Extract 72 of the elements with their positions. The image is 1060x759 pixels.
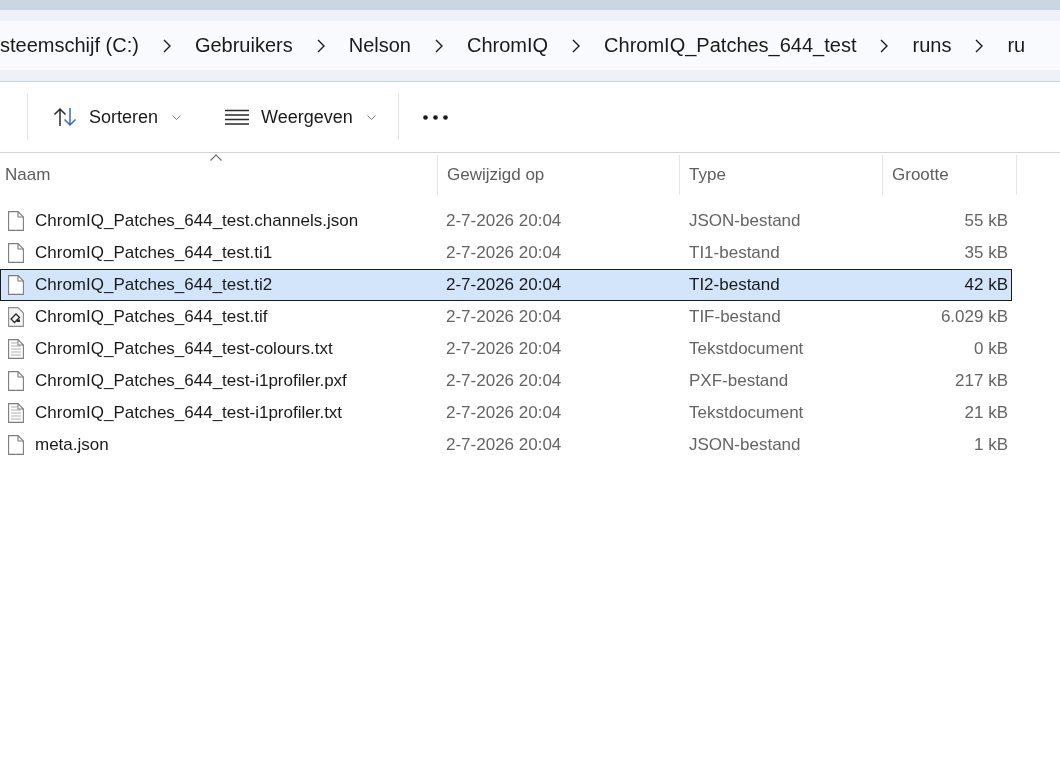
file-name: ChromIQ_Patches_644_test.tif bbox=[35, 307, 268, 327]
breadcrumb-item[interactable]: ru bbox=[1007, 34, 1026, 57]
view-button[interactable]: Weergeven bbox=[213, 94, 388, 140]
modified-date: 2-7-2026 20:04 bbox=[446, 243, 562, 263]
file-icon bbox=[8, 243, 24, 263]
file-name: ChromIQ_Patches_644_test.ti2 bbox=[35, 275, 273, 295]
file-row[interactable]: ChromIQ_Patches_644_test-colours.txt 2-7-2026 20:04 Tekstdocument 0 kB bbox=[0, 333, 1012, 365]
file-row[interactable]: ChromIQ_Patches_644_test.ti2 2-7-2026 20:04 TI2-bestand 42 kB bbox=[0, 269, 1012, 301]
file-name: ChromIQ_Patches_644_test-i1profiler.pxf bbox=[35, 371, 347, 391]
file-name: ChromIQ_Patches_644_test.ti1 bbox=[35, 243, 273, 263]
file-row[interactable]: ChromIQ_Patches_644_test-i1profiler.pxf 2-7-2026 20:04 PXF-bestand 217 kB bbox=[0, 365, 1012, 397]
file-name: ChromIQ_Patches_644_test-i1profiler.txt bbox=[35, 403, 343, 423]
file-size: 55 kB bbox=[964, 211, 1008, 231]
modified-date: 2-7-2026 20:04 bbox=[446, 339, 562, 359]
file-type: JSON-bestand bbox=[689, 211, 801, 231]
breadcrumb-item[interactable]: runs bbox=[912, 34, 952, 57]
modified-date: 2-7-2026 20:04 bbox=[446, 275, 562, 295]
file-icon bbox=[8, 275, 24, 295]
file-size: 42 kB bbox=[964, 275, 1008, 295]
sort-arrows-icon bbox=[53, 107, 77, 127]
file-size: 1 kB bbox=[973, 435, 1008, 455]
file-type: TI2-bestand bbox=[689, 275, 780, 295]
column-header[interactable]: Naam bbox=[0, 155, 437, 195]
file-name: ChromIQ_Patches_644_test-colours.txt bbox=[35, 339, 333, 359]
file-name: meta.json bbox=[35, 435, 109, 455]
file-type: JSON-bestand bbox=[689, 435, 801, 455]
file-icon bbox=[8, 435, 24, 455]
file-icon bbox=[8, 211, 24, 231]
file-size: 217 kB bbox=[955, 371, 1008, 391]
breadcrumb-item[interactable]: steemschijf (C:) bbox=[0, 34, 139, 57]
text-file-icon bbox=[8, 403, 24, 423]
column-header[interactable]: Grootte bbox=[882, 155, 1017, 195]
file-size: 35 kB bbox=[964, 243, 1008, 263]
chevron-right-icon[interactable] bbox=[435, 38, 443, 53]
sort-button[interactable]: Sorteren bbox=[41, 94, 194, 140]
modified-date: 2-7-2026 20:04 bbox=[446, 371, 562, 391]
column-header[interactable]: Gewijzigd op bbox=[437, 155, 679, 195]
modified-date: 2-7-2026 20:04 bbox=[446, 403, 562, 423]
modified-date: 2-7-2026 20:04 bbox=[446, 307, 562, 327]
brush-file-icon bbox=[8, 307, 24, 327]
text-file-icon bbox=[8, 339, 24, 359]
file-type: TI1-bestand bbox=[689, 243, 780, 263]
file-row[interactable]: ChromIQ_Patches_644_test.channels.json 2-7-2026 20:04 JSON-bestand 55 kB bbox=[0, 205, 1012, 237]
file-type: Tekstdocument bbox=[689, 403, 804, 423]
chevron-down-icon bbox=[172, 114, 182, 120]
file-size: 21 kB bbox=[964, 403, 1008, 423]
breadcrumb-item[interactable]: ChromIQ bbox=[467, 34, 549, 57]
file-row[interactable]: ChromIQ_Patches_644_test.ti1 2-7-2026 20:04 TI1-bestand 35 kB bbox=[0, 237, 1012, 269]
file-size: 0 kB bbox=[973, 339, 1008, 359]
file-row[interactable]: meta.json 2-7-2026 20:04 JSON-bestand 1 kB bbox=[0, 429, 1012, 461]
breadcrumb-item[interactable]: Gebruikers bbox=[194, 34, 293, 57]
file-type: PXF-bestand bbox=[689, 371, 789, 391]
list-lines-icon bbox=[225, 107, 250, 127]
chevron-right-icon[interactable] bbox=[162, 38, 171, 53]
file-name: ChromIQ_Patches_644_test.channels.json bbox=[35, 211, 359, 231]
chevron-right-icon[interactable] bbox=[880, 38, 889, 53]
more-icon bbox=[422, 114, 448, 120]
breadcrumb-item[interactable]: Nelson bbox=[348, 34, 411, 57]
file-icon bbox=[8, 371, 24, 391]
file-row[interactable]: ChromIQ_Patches_644_test.tif 2-7-2026 20:04 TIF-bestand 6.029 kB bbox=[0, 301, 1012, 333]
chevron-right-icon[interactable] bbox=[572, 38, 581, 53]
chevron-right-icon[interactable] bbox=[975, 38, 984, 53]
chevron-right-icon[interactable] bbox=[316, 38, 325, 53]
column-header[interactable]: Type bbox=[679, 155, 882, 195]
file-row[interactable]: ChromIQ_Patches_644_test-i1profiler.txt 2-7-2026 20:04 Tekstdocument 21 kB bbox=[0, 397, 1012, 429]
file-type: TIF-bestand bbox=[689, 307, 781, 327]
breadcrumb-item[interactable]: ChromIQ_Patches_644_test bbox=[604, 34, 857, 57]
chevron-down-icon bbox=[366, 114, 376, 120]
file-type: Tekstdocument bbox=[689, 339, 804, 359]
modified-date: 2-7-2026 20:04 bbox=[446, 211, 562, 231]
modified-date: 2-7-2026 20:04 bbox=[446, 435, 562, 455]
file-size: 6.029 kB bbox=[940, 307, 1008, 327]
